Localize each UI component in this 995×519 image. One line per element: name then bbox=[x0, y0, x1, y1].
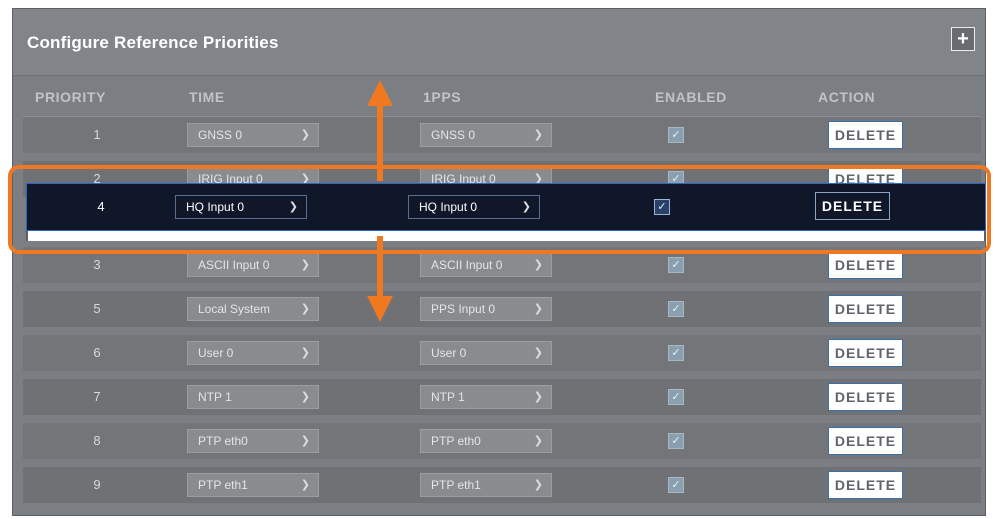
priority-cell: 9 bbox=[93, 477, 101, 492]
checkmark-icon: ✓ bbox=[671, 259, 681, 271]
checkmark-icon: ✓ bbox=[671, 129, 681, 141]
time-select-value: ASCII Input 0 bbox=[198, 258, 270, 272]
enabled-checkbox[interactable]: ✓ bbox=[668, 301, 684, 317]
priority-cell: 1 bbox=[93, 127, 101, 142]
pps-select-value: User 0 bbox=[431, 346, 467, 360]
pps-select[interactable]: ASCII Input 0 ❯ bbox=[420, 253, 552, 277]
enabled-checkbox[interactable]: ✓ bbox=[668, 257, 684, 273]
table-row: 5 Local System ❯ PPS Input 0 ❯ ✓ DELETE bbox=[23, 291, 981, 327]
checkmark-icon: ✓ bbox=[671, 347, 681, 359]
priority-cell: 7 bbox=[93, 389, 101, 404]
table-row: 7 NTP 1 ❯ NTP 1 ❯ ✓ DELETE bbox=[23, 379, 981, 415]
pps-select-value: PTP eth1 bbox=[431, 478, 481, 492]
enabled-checkbox[interactable]: ✓ bbox=[668, 127, 684, 143]
time-select[interactable]: Local System ❯ bbox=[187, 297, 319, 321]
chevron-down-icon: ❯ bbox=[300, 391, 310, 403]
table-row: 1 GNSS 0 ❯ GNSS 0 ❯ ✓ DELETE bbox=[23, 117, 981, 153]
pps-select-value: ASCII Input 0 bbox=[431, 258, 503, 272]
delete-button[interactable]: DELETE bbox=[828, 251, 903, 279]
checkmark-icon: ✓ bbox=[671, 435, 681, 447]
column-header-enabled: ENABLED bbox=[655, 89, 727, 105]
priority-cell: 6 bbox=[93, 345, 101, 360]
pps-select[interactable]: User 0 ❯ bbox=[420, 341, 552, 365]
column-header-time: TIME bbox=[189, 89, 225, 105]
chevron-down-icon: ❯ bbox=[533, 347, 543, 359]
chevron-down-icon: ❯ bbox=[300, 435, 310, 447]
chevron-down-icon: ❯ bbox=[300, 303, 310, 315]
chevron-down-icon: ❯ bbox=[300, 347, 310, 359]
time-select[interactable]: ASCII Input 0 ❯ bbox=[187, 253, 319, 277]
delete-button[interactable]: DELETE bbox=[828, 295, 903, 323]
time-select[interactable]: PTP eth0 ❯ bbox=[187, 429, 319, 453]
chevron-down-icon: ❯ bbox=[300, 129, 310, 141]
priority-cell: 8 bbox=[93, 433, 101, 448]
delete-button[interactable]: DELETE bbox=[828, 383, 903, 411]
arrow-down-shaft bbox=[377, 236, 383, 298]
pps-select[interactable]: PPS Input 0 ❯ bbox=[420, 297, 552, 321]
time-select-value: PTP eth0 bbox=[198, 434, 248, 448]
enabled-checkbox[interactable]: ✓ bbox=[668, 433, 684, 449]
delete-button[interactable]: DELETE bbox=[828, 339, 903, 367]
table-row: 8 PTP eth0 ❯ PTP eth0 ❯ ✓ DELETE bbox=[23, 423, 981, 459]
table-row: 9 PTP eth1 ❯ PTP eth1 ❯ ✓ DELETE bbox=[23, 467, 981, 503]
pps-select-value: NTP 1 bbox=[431, 390, 465, 404]
delete-button[interactable]: DELETE bbox=[828, 471, 903, 499]
enabled-checkbox[interactable]: ✓ bbox=[668, 345, 684, 361]
chevron-down-icon: ❯ bbox=[300, 479, 310, 491]
add-reference-button[interactable]: + bbox=[951, 27, 975, 51]
checkmark-icon: ✓ bbox=[671, 479, 681, 491]
time-select-value: Local System bbox=[198, 302, 271, 316]
time-select-value: User 0 bbox=[198, 346, 234, 360]
pps-select-value: PPS Input 0 bbox=[431, 302, 496, 316]
pps-select[interactable]: PTP eth1 ❯ bbox=[420, 473, 552, 497]
time-select[interactable]: PTP eth1 ❯ bbox=[187, 473, 319, 497]
time-select-value: NTP 1 bbox=[198, 390, 232, 404]
reference-priorities-panel: Configure Reference Priorities + PRIORIT… bbox=[12, 8, 986, 516]
chevron-down-icon: ❯ bbox=[533, 391, 543, 403]
priority-cell: 5 bbox=[93, 301, 101, 316]
time-select[interactable]: GNSS 0 ❯ bbox=[187, 123, 319, 147]
table-row: 6 User 0 ❯ User 0 ❯ ✓ DELETE bbox=[23, 335, 981, 371]
pps-select-value: PTP eth0 bbox=[431, 434, 481, 448]
chevron-down-icon: ❯ bbox=[300, 259, 310, 271]
time-select-value: PTP eth1 bbox=[198, 478, 248, 492]
arrow-up-shaft bbox=[377, 104, 383, 181]
chevron-down-icon: ❯ bbox=[533, 479, 543, 491]
column-header-priority: PRIORITY bbox=[35, 89, 106, 105]
pps-select[interactable]: NTP 1 ❯ bbox=[420, 385, 552, 409]
column-header-action: ACTION bbox=[818, 89, 876, 105]
pps-select-value: GNSS 0 bbox=[431, 128, 476, 142]
pps-select[interactable]: PTP eth0 ❯ bbox=[420, 429, 552, 453]
drag-highlight-outline bbox=[8, 165, 991, 254]
chevron-down-icon: ❯ bbox=[533, 259, 543, 271]
time-select-value: GNSS 0 bbox=[198, 128, 243, 142]
delete-button[interactable]: DELETE bbox=[828, 121, 903, 149]
arrow-down-icon bbox=[367, 296, 393, 322]
delete-button[interactable]: DELETE bbox=[828, 427, 903, 455]
arrow-up-icon bbox=[367, 80, 393, 106]
time-select[interactable]: NTP 1 ❯ bbox=[187, 385, 319, 409]
panel-header: Configure Reference Priorities + bbox=[13, 9, 985, 76]
pps-select[interactable]: GNSS 0 ❯ bbox=[420, 123, 552, 147]
time-select[interactable]: User 0 ❯ bbox=[187, 341, 319, 365]
chevron-down-icon: ❯ bbox=[533, 303, 543, 315]
checkmark-icon: ✓ bbox=[671, 391, 681, 403]
chevron-down-icon: ❯ bbox=[533, 129, 543, 141]
panel-title: Configure Reference Priorities bbox=[27, 33, 279, 52]
chevron-down-icon: ❯ bbox=[533, 435, 543, 447]
enabled-checkbox[interactable]: ✓ bbox=[668, 389, 684, 405]
column-header-1pps: 1PPS bbox=[423, 89, 462, 105]
checkmark-icon: ✓ bbox=[671, 303, 681, 315]
enabled-checkbox[interactable]: ✓ bbox=[668, 477, 684, 493]
